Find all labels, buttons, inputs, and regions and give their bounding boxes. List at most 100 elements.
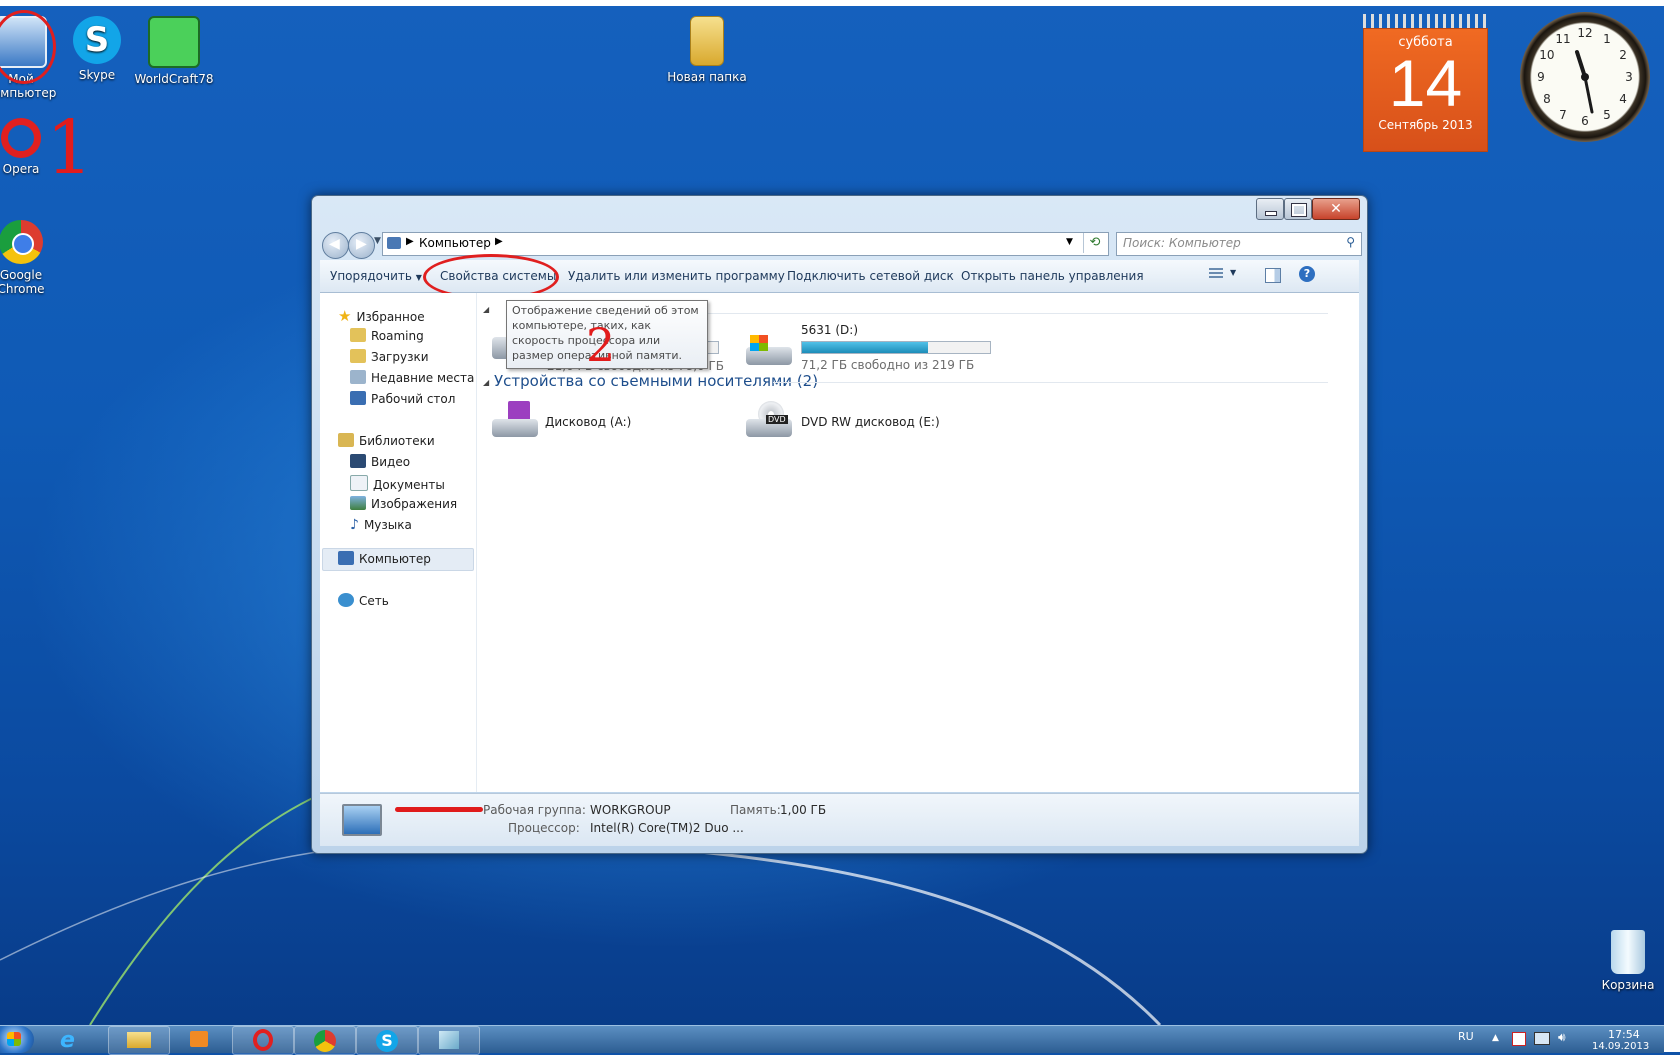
workgroup-label: Рабочая группа: [483, 803, 586, 817]
desktop-icon-label: Новая папка [667, 70, 747, 84]
navigation-pane: ★ Избранное Roaming Загрузки Недавние мес… [320, 293, 477, 792]
nav-item-video[interactable]: Видео [350, 454, 410, 469]
clock-numeral: 2 [1619, 48, 1627, 62]
calendar-gadget[interactable]: суббота 14 Сентябрь 2013 [1363, 14, 1488, 152]
taskbar-worldcraft[interactable] [418, 1026, 480, 1055]
nav-libraries[interactable]: Библиотеки [338, 433, 435, 448]
collapse-group-icon[interactable]: ◢ [483, 378, 489, 387]
nav-item-downloads[interactable]: Загрузки [350, 349, 429, 364]
clock-gadget[interactable]: 12 1 2 3 4 5 6 7 8 9 10 11 [1520, 12, 1650, 142]
nav-item-roaming[interactable]: Roaming [350, 328, 424, 343]
desktop-icon-worldcraft[interactable]: WorldCraft78 [133, 16, 215, 86]
taskbar-explorer[interactable] [108, 1026, 170, 1055]
back-button[interactable]: ◀ [322, 232, 349, 259]
search-icon: ⚲ [1346, 235, 1355, 249]
folder-icon [350, 328, 366, 342]
start-button[interactable] [0, 1026, 34, 1053]
nav-item-recent-places[interactable]: Недавние места [350, 370, 474, 385]
search-placeholder: Поиск: Компьютер [1123, 236, 1241, 250]
folder-icon [690, 16, 724, 66]
clock-numeral: 11 [1555, 32, 1570, 46]
taskbar-media-player[interactable] [170, 1026, 230, 1053]
desktop-icon-recycle-bin[interactable]: Корзина [1587, 930, 1669, 992]
documents-icon [350, 475, 368, 491]
network-icon [338, 593, 354, 607]
nav-label: Избранное [356, 310, 425, 324]
forward-arrow-icon: ▶ [356, 236, 367, 252]
taskbar-opera[interactable] [232, 1026, 294, 1055]
clock-numeral: 12 [1577, 26, 1592, 40]
uninstall-program-button[interactable]: Удалить или изменить программу [568, 269, 785, 283]
downloads-folder-icon [350, 349, 366, 363]
content-area: ★ Избранное Roaming Загрузки Недавние мес… [320, 293, 1359, 792]
language-indicator[interactable]: RU [1458, 1030, 1474, 1043]
explorer-window[interactable]: ✕ ◀ ▶ ▼ ▶ Компьютер ▶ ▼ ⟲ Поиск: Компьют… [311, 195, 1368, 854]
breadcrumb-separator-icon: ▶ [406, 236, 414, 247]
help-icon[interactable]: ? [1299, 266, 1315, 282]
address-bar[interactable]: ▶ Компьютер ▶ ▼ ⟲ [382, 232, 1109, 256]
clock-numeral: 7 [1559, 108, 1567, 122]
desktop-icon-skype[interactable]: S Skype [56, 16, 138, 82]
desktop-icon-chrome[interactable]: Google Chrome [0, 220, 62, 296]
taskbar-skype[interactable]: S [356, 1026, 418, 1055]
video-icon [350, 454, 366, 468]
chrome-icon [0, 220, 43, 264]
taskbar-internet-explorer[interactable]: e [42, 1026, 102, 1053]
nav-label: Компьютер [359, 552, 431, 566]
opera-icon [253, 1029, 273, 1051]
clock-time[interactable]: 17:54 [1608, 1028, 1640, 1041]
recent-pages-chevron-icon[interactable]: ▼ [374, 236, 381, 246]
drive-e-dvd[interactable]: DVD DVD RW дисковод (E:) [746, 401, 986, 445]
collapse-group-icon[interactable]: ◢ [483, 305, 489, 314]
removable-devices-heading[interactable]: Устройства со съемными носителями (2) [494, 372, 818, 390]
minimize-button[interactable] [1256, 198, 1284, 220]
dvd-drive-icon: DVD [746, 401, 794, 441]
preview-pane-icon[interactable] [1265, 268, 1281, 283]
nav-item-documents[interactable]: Документы [350, 475, 445, 492]
details-pane: Рабочая группа: WORKGROUP Память: 1,00 Г… [320, 793, 1359, 846]
change-view-chevron-icon[interactable]: ▼ [1230, 268, 1236, 277]
drive-a-floppy[interactable]: Дисковод (A:) [492, 401, 692, 445]
action-center-icon[interactable] [1512, 1032, 1526, 1046]
close-button[interactable]: ✕ [1312, 198, 1360, 220]
address-dropdown-icon[interactable]: ▼ [1066, 237, 1073, 247]
change-view-icon[interactable] [1209, 268, 1223, 280]
annotation-number-1: 1 [46, 105, 94, 191]
nav-item-pictures[interactable]: Изображения [350, 496, 457, 511]
nav-label: Загрузки [371, 350, 429, 364]
refresh-icon[interactable]: ⟲ [1083, 233, 1106, 253]
nav-network[interactable]: Сеть [338, 593, 389, 608]
search-input[interactable]: Поиск: Компьютер ⚲ [1116, 232, 1362, 256]
chrome-icon [314, 1030, 336, 1052]
clock-numeral: 9 [1537, 70, 1545, 84]
memory-value: 1,00 ГБ [780, 803, 827, 817]
drive-a-name: Дисковод (A:) [545, 415, 632, 429]
clock-face: 12 12 3 45678 9 1011 [1537, 26, 1633, 128]
nav-label: Музыка [363, 518, 412, 532]
nav-computer[interactable]: Компьютер [338, 551, 431, 566]
taskbar-chrome[interactable] [294, 1026, 356, 1055]
right-frame [1664, 0, 1680, 1052]
windows-start-icon [7, 1032, 21, 1046]
nav-label: Рабочий стол [371, 392, 456, 406]
recent-places-icon [350, 370, 366, 384]
breadcrumb-computer[interactable]: Компьютер [419, 236, 491, 250]
forward-button[interactable]: ▶ [348, 232, 375, 259]
drive-e-name: DVD RW дисковод (E:) [801, 415, 940, 429]
desktop-icon-new-folder[interactable]: Новая папка [666, 16, 748, 84]
show-hidden-icons-icon[interactable]: ▲ [1492, 1033, 1499, 1043]
nav-item-music[interactable]: ♪ Музыка [350, 517, 412, 533]
maximize-button[interactable] [1284, 198, 1312, 220]
nav-favorites[interactable]: ★ Избранное [338, 307, 425, 325]
nav-item-desktop[interactable]: Рабочий стол [350, 391, 455, 406]
clock-numeral: 10 [1539, 48, 1554, 62]
nav-label: Документы [373, 478, 445, 492]
workgroup-value: WORKGROUP [590, 803, 671, 817]
clock-date[interactable]: 14.09.2013 [1592, 1041, 1649, 1052]
open-control-panel-button[interactable]: Открыть панель управления [961, 269, 1144, 283]
annotation-number-2: 2 [586, 318, 616, 372]
organize-button[interactable]: Упорядочить ▼ [330, 269, 422, 283]
map-network-drive-button[interactable]: Подключить сетевой диск [787, 269, 954, 283]
network-tray-icon[interactable] [1534, 1032, 1550, 1045]
volume-icon[interactable]: 🔊︎ [1558, 1030, 1566, 1045]
